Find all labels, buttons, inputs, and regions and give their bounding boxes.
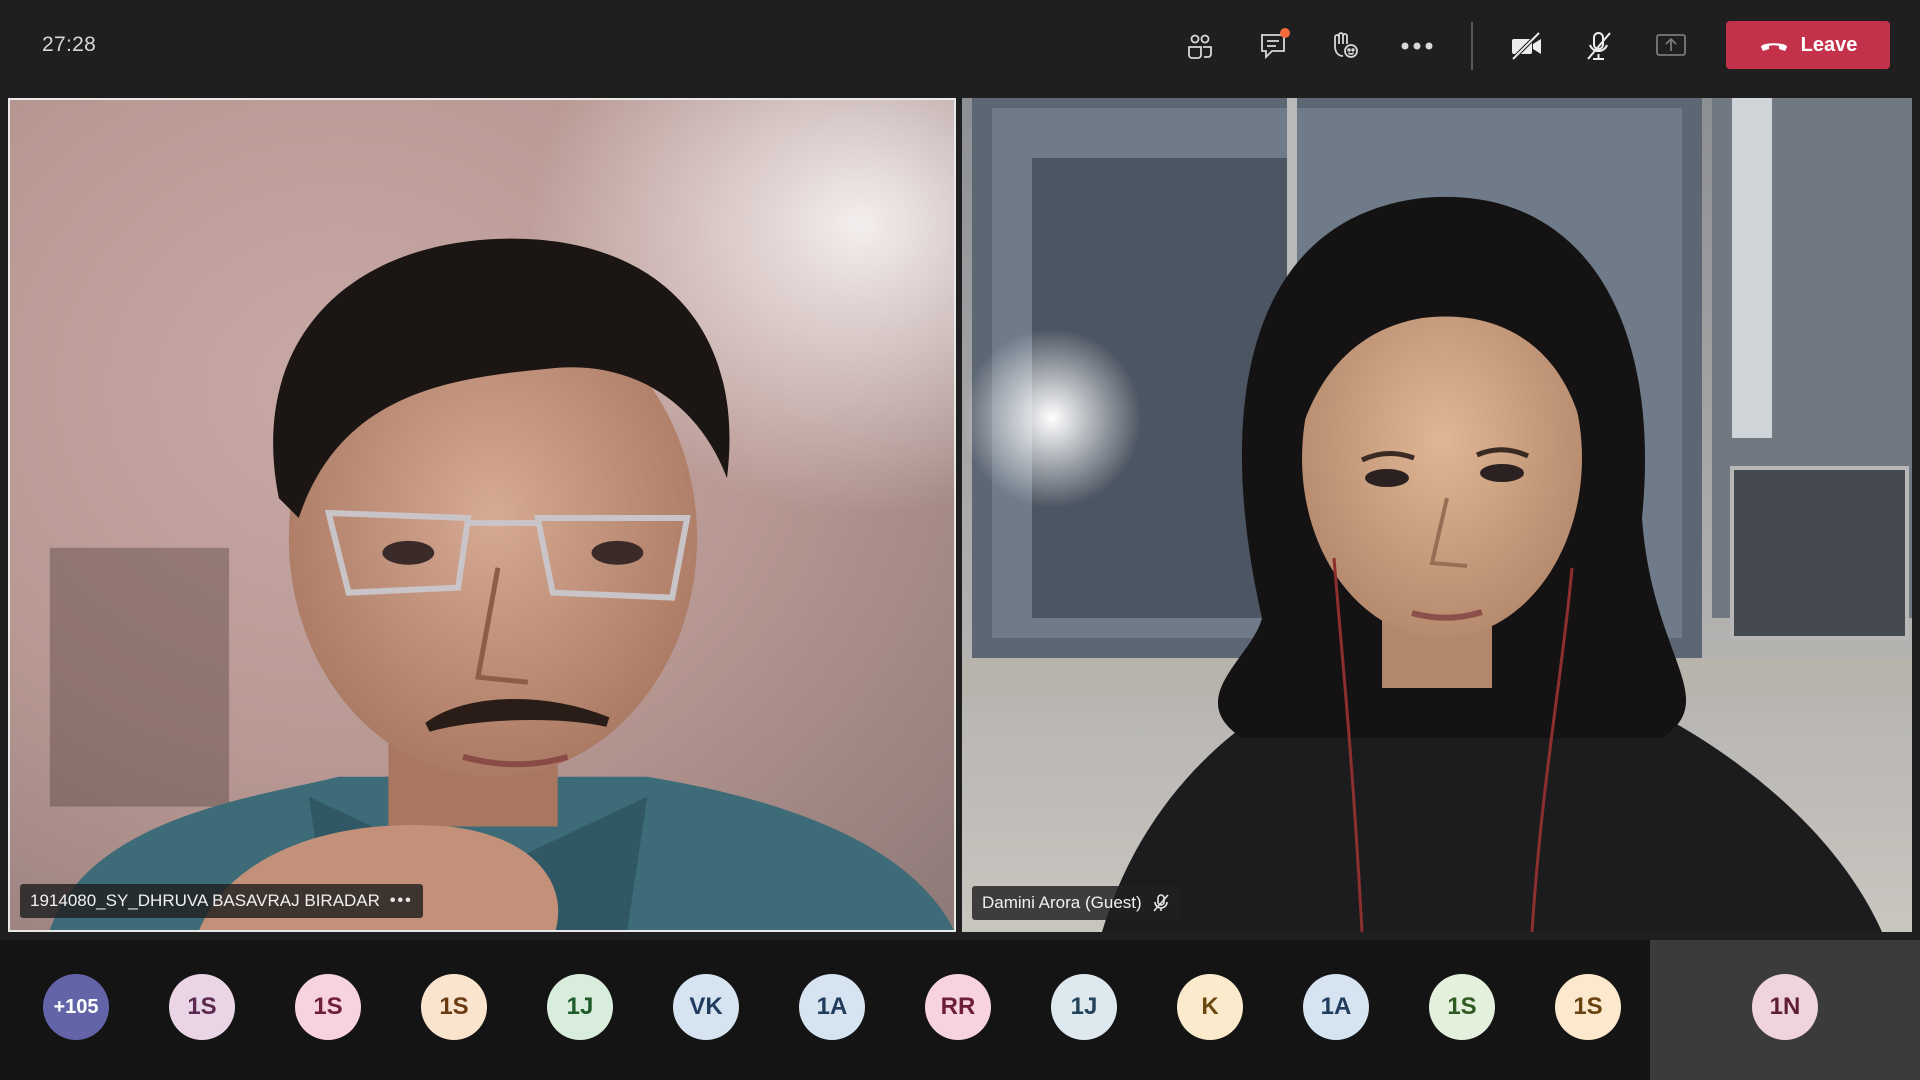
participant-avatar[interactable]: K: [1177, 974, 1243, 1040]
participant-avatar[interactable]: +105: [43, 974, 109, 1040]
toolbar-divider: [1471, 22, 1473, 70]
participant-avatar[interactable]: VK: [673, 974, 739, 1040]
participant-avatar[interactable]: 1J: [1051, 974, 1117, 1040]
participant-avatar[interactable]: 1N: [1752, 974, 1818, 1040]
mic-off-icon: [1587, 32, 1611, 60]
participant-name-tag: 1914080_SY_DHRUVA BASAVRAJ BIRADAR •••: [20, 884, 423, 918]
raise-hand-icon: [1334, 32, 1358, 58]
participant-more-options[interactable]: •••: [390, 892, 413, 910]
more-options-button[interactable]: [1391, 22, 1443, 70]
share-screen-button[interactable]: [1645, 22, 1697, 70]
people-button[interactable]: [1174, 22, 1226, 70]
participant-name-tag: Damini Arora (Guest): [972, 886, 1180, 920]
participant-video-tile[interactable]: Damini Arora (Guest): [962, 98, 1912, 932]
participant-avatar[interactable]: 1S: [1555, 974, 1621, 1040]
participant-video-tile[interactable]: 1914080_SY_DHRUVA BASAVRAJ BIRADAR •••: [8, 98, 956, 932]
mic-muted-icon: [1153, 894, 1169, 912]
more-options-icon: [1401, 42, 1433, 50]
participant-avatar[interactable]: 1S: [295, 974, 361, 1040]
participant-avatar[interactable]: 1A: [799, 974, 865, 1040]
meeting-timer: 27:28: [42, 33, 97, 56]
meeting-toolbar: 27:28 Leave: [0, 0, 1920, 96]
participant-avatar[interactable]: 1S: [421, 974, 487, 1040]
participant-avatar[interactable]: 1S: [1429, 974, 1495, 1040]
chat-button[interactable]: [1248, 22, 1300, 70]
participant-name: 1914080_SY_DHRUVA BASAVRAJ BIRADAR: [30, 891, 380, 910]
chat-notification-dot: [1280, 28, 1290, 38]
participant-strip: +105 1S 1S 1S 1J VK 1A RR 1J K 1A 1S 1S 1N: [0, 940, 1920, 1080]
share-screen-icon: [1656, 34, 1686, 56]
raise-hand-button[interactable]: [1318, 22, 1370, 70]
camera-toggle-button[interactable]: [1501, 22, 1553, 70]
leave-label: Leave: [1800, 33, 1858, 56]
participant-name: Damini Arora (Guest): [982, 893, 1142, 912]
participant-avatar[interactable]: 1S: [169, 974, 235, 1040]
participant-video-feed: [962, 98, 1912, 932]
leave-button[interactable]: Leave: [1726, 21, 1890, 69]
mic-toggle-button[interactable]: [1573, 22, 1625, 70]
people-icon: [1188, 34, 1212, 59]
participant-avatar[interactable]: 1J: [547, 974, 613, 1040]
participant-avatar[interactable]: RR: [925, 974, 991, 1040]
participant-avatar[interactable]: 1A: [1303, 974, 1369, 1040]
participant-video-feed: [10, 100, 954, 930]
camera-off-icon: [1511, 31, 1541, 61]
phone-hangup-icon: [1760, 43, 1787, 51]
